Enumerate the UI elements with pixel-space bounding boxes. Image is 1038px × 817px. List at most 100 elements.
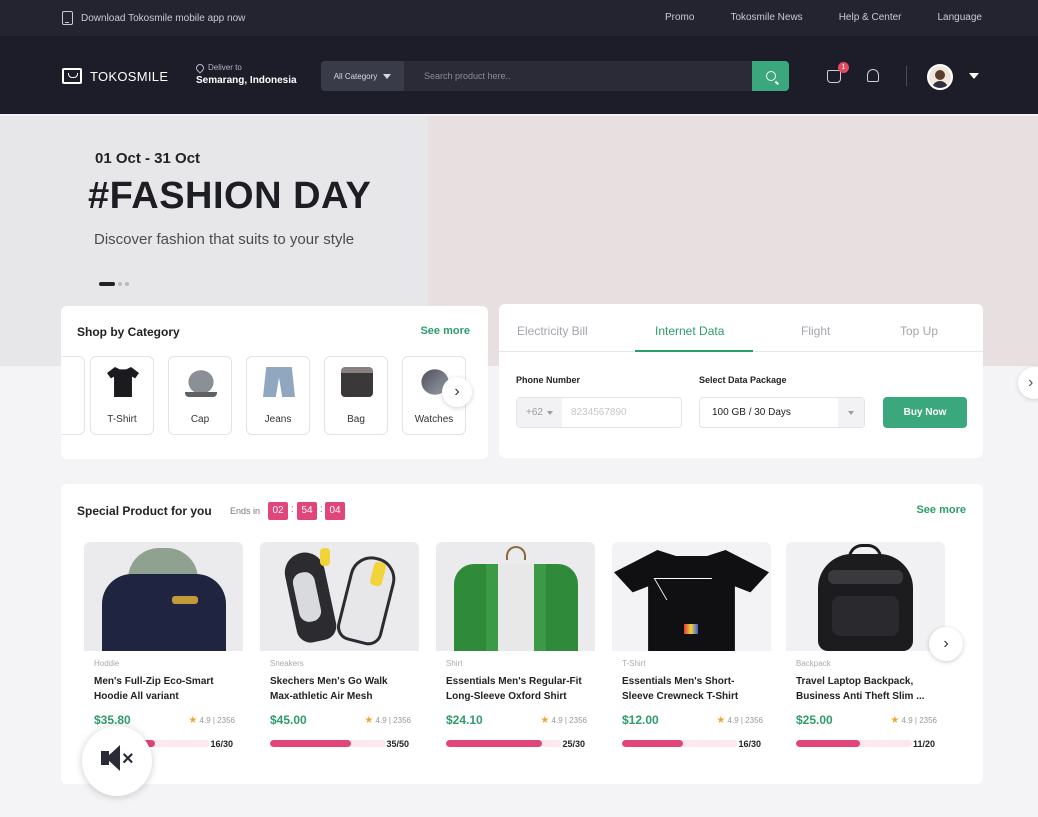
carousel-dot[interactable] — [125, 282, 129, 286]
help-center-link[interactable]: Help & Center — [839, 12, 902, 23]
shop-by-category-card: Shop by Category See more T-Shirt Cap Je… — [61, 306, 488, 459]
cart-icon[interactable]: 1 — [827, 62, 849, 83]
product-name: Skechers Men's Go Walk Max-athletic Air … — [270, 676, 388, 702]
product-card[interactable]: T-Shirt Essentials Men's Short-Sleeve Cr… — [612, 542, 771, 761]
category-dropdown[interactable]: All Category — [321, 61, 404, 91]
timer-seconds: 04 — [325, 502, 345, 520]
special-product-title: Special Product for you — [77, 504, 212, 518]
tab-flight[interactable]: Flight — [801, 324, 830, 338]
product-stock: 35/50 — [386, 739, 409, 749]
active-tab-indicator — [635, 350, 753, 352]
product-rating-value: 4.9 | 2356 — [727, 716, 763, 725]
product-rating-value: 4.9 | 2356 — [199, 716, 235, 725]
cart-count-badge: 1 — [838, 62, 849, 73]
product-image-backpack — [786, 542, 945, 651]
header-divider — [906, 66, 907, 86]
carousel-dot[interactable] — [118, 282, 122, 286]
product-rating: ★ 4.9 | 2356 — [540, 715, 587, 726]
news-link[interactable]: Tokosmile News — [730, 12, 802, 23]
product-card[interactable]: Backpack Travel Laptop Backpack, Busines… — [786, 542, 945, 761]
tab-electricity-bill[interactable]: Electricity Bill — [517, 324, 588, 338]
category-label: T-Shirt — [107, 414, 137, 425]
category-item-jeans[interactable]: Jeans — [246, 356, 310, 435]
download-app-text: Download Tokosmile mobile app now — [81, 12, 246, 24]
product-image-tshirt — [612, 542, 771, 651]
search-button[interactable] — [752, 61, 789, 91]
language-link[interactable]: Language — [938, 12, 983, 23]
product-name: Men's Full-Zip Eco-Smart Hoodie All vari… — [94, 676, 214, 702]
category-label: Jeans — [264, 414, 292, 425]
product-category: Shirt — [446, 659, 463, 668]
product-price: $12.00 — [622, 713, 659, 727]
tab-internet-data[interactable]: Internet Data — [655, 324, 724, 338]
category-item-cap[interactable]: Cap — [168, 356, 232, 435]
data-package-value: 100 GB / 30 Days — [712, 407, 791, 418]
notification-bell-icon[interactable] — [867, 69, 879, 82]
stock-progress-bar — [796, 740, 912, 747]
category-dropdown-label: All Category — [333, 71, 378, 81]
shop-bag-icon — [62, 68, 82, 84]
bill-tabs: Electricity Bill Internet Data Flight To… — [499, 304, 983, 352]
hero-date: 01 Oct - 31 Oct — [95, 150, 201, 167]
product-rating-value: 4.9 | 2356 — [375, 716, 411, 725]
product-rating: ★ 4.9 | 2356 — [890, 715, 937, 726]
product-category: Sneakers — [270, 659, 304, 668]
category-see-more-link[interactable]: See more — [420, 325, 470, 337]
stock-progress-fill — [270, 740, 352, 747]
product-name: Essentials Men's Regular-Fit Long-Sleeve… — [446, 676, 582, 702]
carousel-dot-active[interactable] — [99, 282, 115, 286]
stock-progress-fill — [622, 740, 684, 747]
buy-now-button[interactable]: Buy Now — [883, 397, 967, 428]
category-item-partial[interactable] — [61, 356, 85, 435]
carousel-dots — [99, 282, 129, 286]
category-label: Cap — [190, 414, 210, 425]
product-rating: ★ 4.9 | 2356 — [188, 715, 235, 726]
special-product-card: Special Product for you Ends in 02 : 54 … — [61, 484, 983, 784]
category-next-chevron-icon[interactable]: › — [442, 377, 472, 407]
category-item-bag[interactable]: Bag — [324, 356, 388, 435]
data-package-select[interactable]: 100 GB / 30 Days — [699, 397, 865, 428]
product-image-hoodie — [84, 542, 243, 651]
product-image-sneakers — [260, 542, 419, 651]
search-bar: All Category — [321, 61, 789, 91]
search-input[interactable] — [404, 61, 752, 91]
chevron-down-icon — [848, 410, 854, 415]
deliver-label: Deliver to — [208, 63, 242, 72]
special-see-more-link[interactable]: See more — [916, 504, 966, 516]
category-section-title: Shop by Category — [77, 325, 180, 339]
stock-progress-bar — [446, 740, 562, 747]
product-card[interactable]: Sneakers Skechers Men's Go Walk Max-athl… — [260, 542, 419, 761]
promo-link[interactable]: Promo — [665, 12, 694, 23]
brand-logo[interactable]: TOKOSMILE — [62, 68, 168, 84]
timer-minutes: 54 — [297, 502, 317, 520]
product-stock: 16/30 — [210, 739, 233, 749]
download-app-link[interactable]: Download Tokosmile mobile app now — [62, 11, 245, 25]
account-menu-chevron-icon[interactable] — [969, 73, 979, 79]
star-icon: ★ — [716, 715, 726, 726]
product-card[interactable]: Shirt Essentials Men's Regular-Fit Long-… — [436, 542, 595, 761]
jeans-icon — [263, 367, 295, 397]
timer-separator: : — [291, 504, 294, 515]
package-dropdown-toggle[interactable] — [838, 398, 864, 427]
location-pin-icon — [194, 61, 206, 74]
phone-number-label: Phone Number — [516, 375, 581, 385]
mute-x-icon: × — [122, 748, 134, 770]
mute-button[interactable]: × — [82, 726, 152, 796]
category-item-tshirt[interactable]: T-Shirt — [90, 356, 154, 435]
product-rating-value: 4.9 | 2356 — [901, 716, 937, 725]
product-name: Travel Laptop Backpack, Business Anti Th… — [796, 676, 925, 702]
brand-name: TOKOSMILE — [90, 68, 169, 84]
timer-separator: : — [320, 504, 323, 515]
top-links: Promo Tokosmile News Help & Center Langu… — [629, 12, 982, 23]
chevron-down-icon — [546, 410, 553, 415]
tab-top-up[interactable]: Top Up — [900, 324, 938, 338]
phone-number-input[interactable]: 8234567890 — [562, 398, 627, 427]
product-category: Hoddie — [94, 659, 120, 668]
phone-number-field[interactable]: +62 8234567890 — [516, 397, 682, 428]
country-code-select[interactable]: +62 — [517, 398, 562, 427]
avatar[interactable] — [927, 64, 953, 90]
hero-next-chevron-icon[interactable]: › — [1018, 367, 1038, 399]
product-next-chevron-icon[interactable]: › — [929, 627, 963, 661]
deliver-location[interactable]: Deliver to Semarang, Indonesia — [194, 61, 297, 86]
data-package-label: Select Data Package — [699, 375, 787, 385]
